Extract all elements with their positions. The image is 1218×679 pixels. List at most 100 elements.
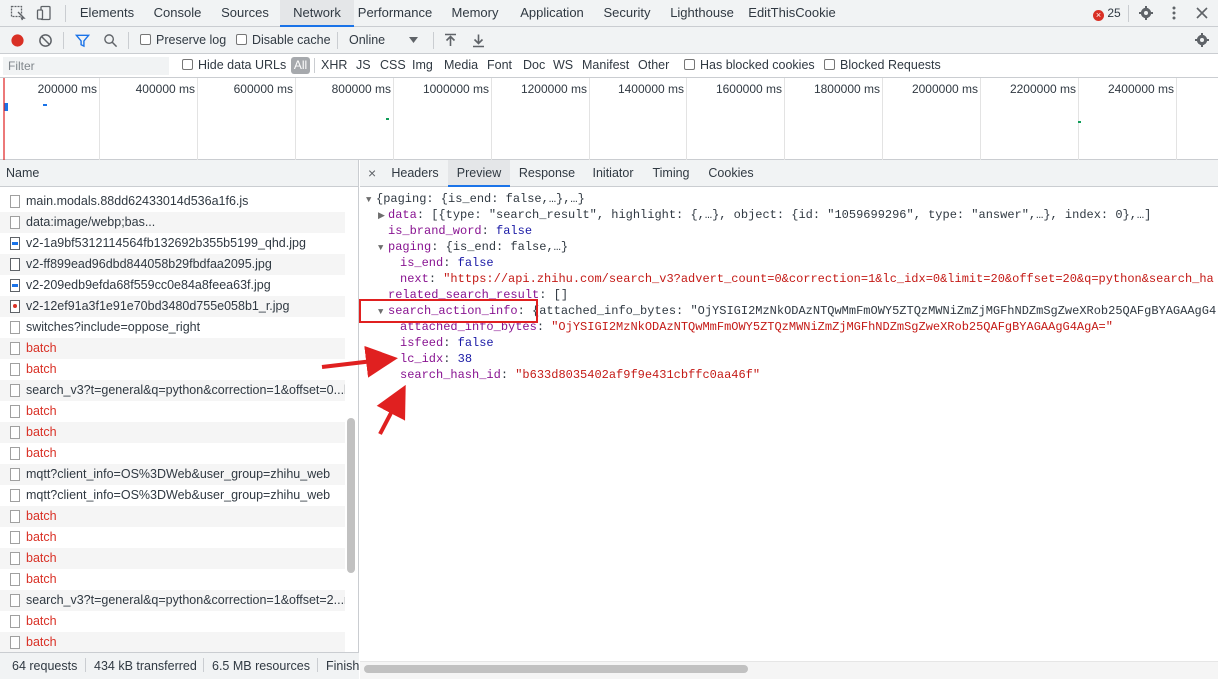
- request-row[interactable]: batch: [0, 611, 345, 632]
- tree-node-data[interactable]: ▶ data: [{type: "search_result", highligh…: [378, 207, 1151, 223]
- annotation-highlight-box: [359, 299, 538, 323]
- checkbox-box[interactable]: [182, 59, 193, 70]
- tree-root[interactable]: ▼ {paging: {is_end: false,…},…}: [366, 191, 585, 207]
- request-row[interactable]: batch: [0, 443, 345, 464]
- request-row[interactable]: search_v3?t=general&q=python&correction=…: [0, 590, 345, 611]
- filter-type-media[interactable]: Media: [444, 54, 478, 77]
- request-row[interactable]: v2-209edb9efda68f559cc0e84a8feea63f.jpg: [0, 275, 345, 296]
- tab-network[interactable]: Network: [280, 0, 354, 27]
- network-overview-timeline[interactable]: 200000 ms 400000 ms 600000 ms 800000 ms 1000…: [0, 78, 1218, 160]
- tab-application[interactable]: Application: [510, 0, 594, 27]
- request-row[interactable]: batch: [0, 506, 345, 527]
- request-row[interactable]: v2-ff899ead96dbd844058b29fbdfaa2095.jpg: [0, 254, 345, 275]
- checkbox-box[interactable]: [140, 34, 151, 45]
- request-row[interactable]: search_v3?t=general&q=python&correction=…: [0, 380, 345, 401]
- request-row[interactable]: mqtt?client_info=OS%3DWeb&user_group=zhi…: [0, 464, 345, 485]
- filter-type-font[interactable]: Font: [487, 54, 512, 77]
- tab-security[interactable]: Security: [598, 0, 656, 27]
- device-toolbar-icon[interactable]: [36, 5, 52, 21]
- tree-node-paging[interactable]: ▼ paging: {is_end: false,…}: [378, 239, 568, 255]
- filter-type-ws[interactable]: WS: [553, 54, 573, 77]
- request-row[interactable]: data:image/webp;bas...: [0, 212, 345, 233]
- filter-type-manifest[interactable]: Manifest: [582, 54, 629, 77]
- preserve-log-checkbox[interactable]: Preserve log: [140, 27, 226, 53]
- tab-elements[interactable]: Elements: [72, 0, 142, 27]
- detail-tab-initiator[interactable]: Initiator: [584, 160, 642, 187]
- clear-icon[interactable]: [38, 33, 53, 48]
- request-name: v2-209edb9efda68f559cc0e84a8feea63f.jpg: [26, 278, 271, 292]
- request-row[interactable]: batch: [0, 338, 345, 359]
- hide-data-urls-checkbox[interactable]: Hide data URLs: [182, 54, 286, 77]
- checkbox-box[interactable]: [684, 59, 695, 70]
- network-settings-gear-icon[interactable]: [1194, 32, 1210, 48]
- request-row[interactable]: v2-12ef91a3f1e91e70bd3480d755e058b1_r.jp…: [0, 296, 345, 317]
- checkbox-box[interactable]: [236, 34, 247, 45]
- tab-memory[interactable]: Memory: [442, 0, 508, 27]
- detail-tab-headers[interactable]: Headers: [384, 160, 446, 187]
- is-end-value: false: [457, 256, 494, 270]
- name-column-header[interactable]: Name: [0, 160, 358, 187]
- request-row[interactable]: batch: [0, 569, 345, 590]
- filter-all-button[interactable]: All: [291, 57, 310, 74]
- disable-cache-checkbox[interactable]: Disable cache: [236, 27, 331, 53]
- more-options-icon[interactable]: [1166, 5, 1182, 21]
- root-summary: {paging: {is_end: false,…},…}: [376, 192, 585, 206]
- horizontal-scrollbar[interactable]: [364, 665, 748, 673]
- request-row[interactable]: switches?include=oppose_right: [0, 317, 345, 338]
- close-detail-icon[interactable]: ×: [368, 160, 376, 186]
- filter-separator: [314, 58, 315, 73]
- filter-icon[interactable]: [75, 33, 90, 48]
- timeline-bar: [1078, 121, 1081, 123]
- request-row[interactable]: batch: [0, 422, 345, 443]
- checkbox-box[interactable]: [824, 59, 835, 70]
- request-row[interactable]: batch: [0, 527, 345, 548]
- tab-editthiscookie[interactable]: EditThisCookie: [747, 0, 837, 27]
- request-row[interactable]: mqtt?client_info=OS%3DWeb&user_group=zhi…: [0, 485, 345, 506]
- expand-triangle-icon[interactable]: ▼: [378, 240, 388, 256]
- file-icon: [10, 195, 20, 208]
- devtools-tab-bar: Elements Console Sources Network Performance…: [0, 0, 1218, 27]
- request-row[interactable]: batch: [0, 359, 345, 380]
- expand-triangle-icon[interactable]: ▼: [366, 192, 376, 208]
- filter-type-doc[interactable]: Doc: [523, 54, 545, 77]
- filter-type-js[interactable]: JS: [356, 54, 371, 77]
- close-icon[interactable]: [1194, 5, 1210, 21]
- tab-performance[interactable]: Performance: [354, 0, 436, 27]
- export-har-icon[interactable]: [472, 33, 485, 48]
- request-row[interactable]: v2-1a9bf5312114564fb132692b355b5199_qhd.…: [0, 233, 345, 254]
- collapsed-triangle-icon[interactable]: ▶: [378, 208, 388, 224]
- tree-node-search-hash-id: search_hash_id: "b633d8035402af9f9e431cb…: [400, 368, 761, 382]
- request-row[interactable]: batch: [0, 632, 345, 652]
- tab-console[interactable]: Console: [146, 0, 209, 27]
- record-icon[interactable]: [10, 33, 25, 48]
- inspect-element-icon[interactable]: [10, 5, 26, 21]
- search-icon[interactable]: [103, 33, 118, 48]
- file-icon: [10, 573, 20, 586]
- detail-tab-response[interactable]: Response: [510, 160, 584, 187]
- detail-tab-cookies[interactable]: Cookies: [700, 160, 762, 187]
- throttling-select[interactable]: Online: [349, 27, 424, 53]
- error-counter[interactable]: × 25: [1093, 5, 1121, 21]
- filter-type-xhr[interactable]: XHR: [321, 54, 347, 77]
- filter-type-img[interactable]: Img: [412, 54, 433, 77]
- file-icon: [10, 594, 20, 607]
- request-row[interactable]: main.modals.88dd62433014d536a1f6.js: [0, 191, 345, 212]
- filter-type-other[interactable]: Other: [638, 54, 669, 77]
- request-name: batch: [26, 572, 57, 586]
- request-row[interactable]: batch: [0, 548, 345, 569]
- detail-tab-preview[interactable]: Preview: [448, 160, 510, 187]
- detail-tab-timing[interactable]: Timing: [644, 160, 698, 187]
- gear-icon[interactable]: [1138, 5, 1154, 21]
- has-blocked-cookies-checkbox[interactable]: Has blocked cookies: [684, 54, 815, 77]
- filter-type-css[interactable]: CSS: [380, 54, 406, 77]
- blocked-requests-checkbox[interactable]: Blocked Requests: [824, 54, 941, 77]
- vertical-scrollbar[interactable]: [347, 418, 355, 573]
- tab-sources[interactable]: Sources: [214, 0, 276, 27]
- import-har-icon[interactable]: [444, 33, 457, 48]
- toolbar-separator: [63, 32, 64, 49]
- filter-input[interactable]: [3, 57, 169, 75]
- request-row[interactable]: batch: [0, 401, 345, 422]
- tab-lighthouse[interactable]: Lighthouse: [663, 0, 741, 27]
- file-icon: [10, 384, 20, 397]
- file-icon: [10, 321, 20, 334]
